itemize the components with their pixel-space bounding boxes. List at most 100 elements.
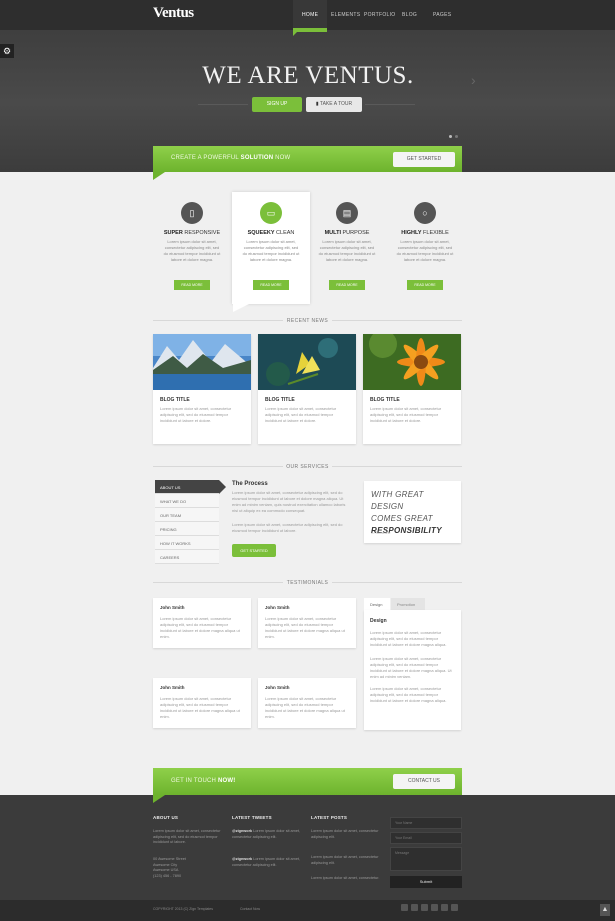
read-more-button[interactable]: READ MORE — [329, 280, 365, 290]
contact-link[interactable]: Contact Now — [240, 907, 260, 911]
message-field[interactable]: Message — [390, 847, 462, 871]
feature-title: SQUEEKY CLEAN — [247, 230, 295, 236]
nav-elements[interactable]: ELEMENTS — [331, 12, 360, 18]
slider-dot[interactable] — [449, 135, 452, 138]
process-text: Lorem ipsum dolor sit amet, consectetur … — [232, 490, 346, 513]
monitor-icon: ▭ — [260, 202, 282, 224]
hero-title: WE ARE VENTUS. — [202, 62, 414, 89]
get-started-button[interactable]: GET STARTED — [232, 544, 276, 557]
get-started-button[interactable]: GET STARTED — [393, 152, 455, 167]
tab-about-us[interactable]: ABOUT US — [155, 480, 219, 494]
blog-card[interactable]: BLOG TITLE Lorem ipsum dolor sit amet, c… — [258, 334, 356, 444]
testimonial-text: Lorem ipsum dolor sit amet, consectetur … — [160, 696, 240, 719]
feature-text: Lorem ipsum dolor sit amet, consectetur … — [163, 239, 221, 262]
read-more-button[interactable]: READ MORE — [407, 280, 443, 290]
linkedin-icon[interactable] — [431, 904, 438, 911]
process-title: The Process — [232, 481, 268, 487]
design-text: Lorem ipsum dolor sit amet, consectetur … — [370, 656, 452, 679]
blog-title[interactable]: BLOG TITLE — [160, 397, 190, 403]
tab-pricing[interactable]: PRICING — [155, 522, 219, 536]
name-field[interactable]: Your Name — [390, 817, 462, 829]
testimonial-name: John Smith — [160, 605, 185, 610]
testimonial-name: John Smith — [265, 685, 290, 690]
tab-our-team[interactable]: OUR TEAM — [155, 508, 219, 522]
read-more-button[interactable]: READ MORE — [253, 280, 289, 290]
footer-about-text: Lorem ipsum dolor sit amet, consectetur … — [153, 829, 221, 844]
contact-us-button[interactable]: CONTACT US — [393, 774, 455, 789]
butterfly-image — [258, 334, 356, 390]
cta-banner: CREATE A POWERFUL SOLUTION NOW GET START… — [153, 146, 462, 172]
design-text: Lorem ipsum dolor sit amet, consectetur … — [370, 686, 447, 703]
nav-blog[interactable]: BLOG — [402, 12, 417, 18]
slider-dot[interactable] — [455, 135, 458, 138]
feature-card: ○ HIGHLY FLEXIBLE Lorem ipsum dolor sit … — [386, 192, 464, 304]
tab-design[interactable]: Design — [364, 598, 390, 610]
feature-card: ▭ SQUEEKY CLEAN Lorem ipsum dolor sit am… — [232, 192, 310, 304]
lightbulb-icon: ○ — [414, 202, 436, 224]
design-title: Design — [370, 618, 387, 624]
feature-text: Lorem ipsum dolor sit amet, consectetur … — [318, 239, 376, 262]
tweet: @zignwork Lorem ipsum dolor sit amet, co… — [232, 857, 301, 867]
back-to-top-icon[interactable]: ▲ — [600, 904, 610, 916]
testimonial-card: John Smith Lorem ipsum dolor sit amet, c… — [258, 678, 356, 728]
footer-posts-heading: LATEST POSTS — [311, 815, 348, 820]
divider — [332, 466, 462, 467]
nav-portfolio[interactable]: PORTFOLIO — [364, 12, 396, 18]
design-text: Lorem ipsum dolor sit amet, consectetur … — [370, 630, 447, 647]
blog-title[interactable]: BLOG TITLE — [265, 397, 295, 403]
blog-card[interactable]: BLOG TITLE Lorem ipsum dolor sit amet, c… — [153, 334, 251, 444]
feature-card: ▯ SUPER RESPONSIVE Lorem ipsum dolor sit… — [153, 192, 231, 304]
active-tab-arrow — [219, 480, 226, 494]
our-services-heading: OUR SERVICES — [286, 464, 329, 470]
blog-title[interactable]: BLOG TITLE — [370, 397, 400, 403]
email-field[interactable]: Your Email — [390, 832, 462, 844]
quote-text: WITH GREAT DESIGN COMES GREAT RESPONSIBILI… — [371, 490, 442, 535]
quote-box: WITH GREAT DESIGN COMES GREAT RESPONSIBILI… — [364, 481, 461, 543]
blog-card[interactable]: BLOG TITLE Lorem ipsum dolor sit amet, c… — [363, 334, 461, 444]
quote-author: — Someone — [371, 531, 391, 535]
cta-banner-tail — [153, 172, 165, 180]
testimonial-card: John Smith Lorem ipsum dolor sit amet, c… — [153, 598, 251, 648]
footer-about-heading: ABOUT US — [153, 815, 179, 820]
dribbble-icon[interactable] — [421, 904, 428, 911]
read-more-button[interactable]: READ MORE — [174, 280, 210, 290]
feature-text: Lorem ipsum dolor sit amet, consectetur … — [242, 239, 300, 262]
phone-icon: ▯ — [181, 202, 203, 224]
feature-card: ▤ MULTI PURPOSE Lorem ipsum dolor sit am… — [308, 192, 386, 304]
twitter-icon[interactable] — [401, 904, 408, 911]
footer-post[interactable]: Lorem ipsum dolor sit amet, consectetur … — [311, 855, 385, 866]
orange-flower-image — [363, 334, 461, 390]
tab-how-it-works[interactable]: HOW IT WORKS — [155, 536, 219, 550]
tab-what-we-do[interactable]: WHAT WE DO — [155, 494, 219, 508]
footer-post[interactable]: Lorem ipsum dolor sit amet, consectetur … — [311, 829, 385, 840]
nav-home[interactable]: HOME — [302, 12, 318, 18]
gear-icon[interactable]: ⚙ — [0, 44, 14, 58]
tab-careers[interactable]: CAREERS — [155, 550, 219, 564]
take-tour-button[interactable]: ▮ TAKE A TOUR — [306, 97, 362, 112]
submit-button[interactable]: Submit — [390, 876, 462, 888]
footer-address: 00 Awesome Street Awesome City Awesome U… — [153, 857, 186, 878]
testimonial-name: John Smith — [160, 685, 185, 690]
footer-post[interactable]: Lorem ipsum dolor sit amet, consectetur. — [311, 876, 385, 882]
tweet: @zignwork Lorem ipsum dolor sit amet, co… — [232, 829, 301, 839]
google-plus-icon[interactable] — [451, 904, 458, 911]
feature-title: SUPER RESPONSIVE — [163, 230, 221, 236]
slider-next-arrow-icon[interactable]: › — [471, 72, 476, 88]
nav-pages[interactable]: PAGES — [433, 12, 451, 18]
divider — [198, 104, 248, 105]
rss-icon[interactable] — [441, 904, 448, 911]
testimonial-name: John Smith — [265, 605, 290, 610]
recent-news-heading: RECENT NEWS — [286, 318, 329, 324]
signup-button[interactable]: SIGN UP — [252, 97, 302, 112]
feature-highlight-tail — [233, 304, 249, 312]
nav-active-indicator — [293, 28, 327, 36]
divider — [365, 104, 415, 105]
design-panel: Design Lorem ipsum dolor sit amet, conse… — [364, 610, 461, 730]
testimonial-text: Lorem ipsum dolor sit amet, consectetur … — [160, 616, 240, 639]
facebook-icon[interactable] — [411, 904, 418, 911]
tab-promotion[interactable]: Promotion — [391, 598, 425, 610]
feature-title: HIGHLY FLEXIBLE — [401, 230, 449, 236]
logo[interactable]: Ventus — [153, 5, 194, 22]
cta-banner-tail — [153, 795, 165, 803]
testimonial-card: John Smith Lorem ipsum dolor sit amet, c… — [153, 678, 251, 728]
